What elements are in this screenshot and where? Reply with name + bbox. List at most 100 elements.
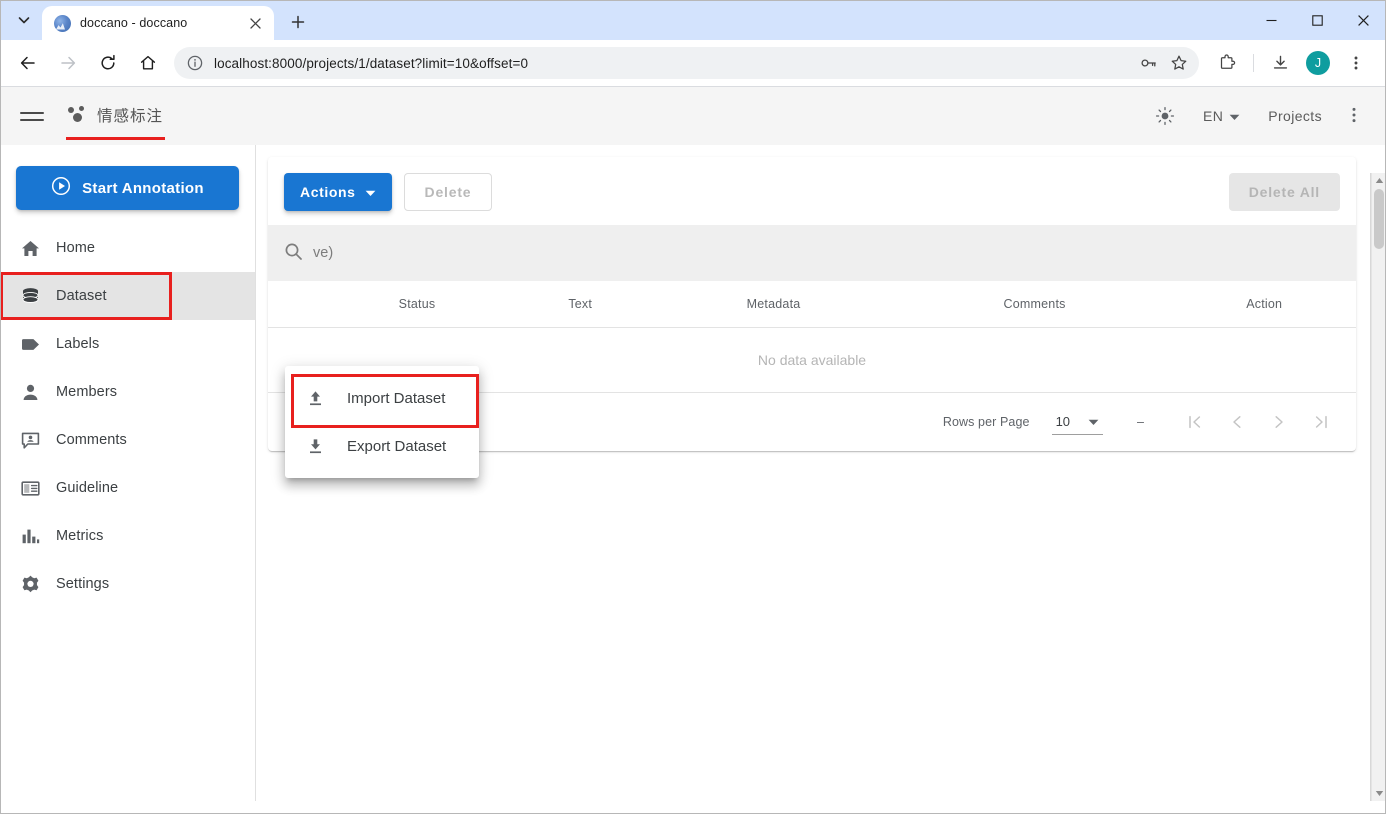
tag-icon	[16, 334, 56, 355]
password-key-icon[interactable]	[1135, 49, 1163, 77]
chevron-down-icon	[1088, 414, 1099, 429]
site-information-icon[interactable]	[186, 54, 204, 72]
scroll-up-icon[interactable]	[1372, 173, 1386, 188]
table-header: Status Text Metadata Comments Action	[268, 281, 1356, 328]
search-bar[interactable]: ve)	[268, 225, 1356, 281]
reload-icon[interactable]	[93, 48, 123, 78]
maximize-button[interactable]	[1294, 0, 1340, 40]
home-icon	[16, 238, 56, 259]
column-status[interactable]: Status	[324, 281, 510, 328]
delete-all-label: Delete All	[1249, 184, 1320, 200]
extensions-icon[interactable]	[1212, 48, 1242, 78]
back-icon[interactable]	[13, 48, 43, 78]
delete-label: Delete	[425, 184, 472, 200]
browser-tab[interactable]: doccano - doccano	[42, 6, 274, 40]
projects-link[interactable]: Projects	[1254, 98, 1336, 134]
chrome-menu-icon[interactable]	[1341, 48, 1371, 78]
last-page-icon	[1300, 413, 1342, 431]
actions-dropdown-menu[interactable]: Import Dataset Export Dataset	[285, 366, 479, 478]
vertical-dots-icon	[1346, 106, 1362, 127]
projects-label: Projects	[1268, 108, 1322, 124]
sidebar-item-comments[interactable]: Comments	[0, 416, 255, 464]
doccano-favicon	[54, 15, 71, 32]
actions-label: Actions	[300, 184, 356, 200]
chevron-down-icon	[365, 184, 376, 200]
address-bar[interactable]: localhost:8000/projects/1/dataset?limit=…	[174, 47, 1199, 79]
tab-title: doccano - doccano	[80, 16, 235, 30]
close-icon[interactable]	[244, 12, 266, 34]
theme-toggle-button[interactable]	[1141, 98, 1189, 134]
scrollbar-thumb[interactable]	[1374, 189, 1384, 249]
column-comments[interactable]: Comments	[897, 281, 1173, 328]
dataset-toolbar: Actions Delete Delete All	[268, 157, 1356, 225]
sidebar-item-metrics[interactable]: Metrics	[0, 512, 255, 560]
sidebar-item-label: Members	[56, 384, 117, 400]
tab-strip: doccano - doccano	[0, 0, 1386, 40]
bar-chart-icon	[16, 526, 56, 547]
search-icon	[284, 242, 303, 264]
upload-icon	[305, 389, 325, 408]
project-title[interactable]: 情感标注	[68, 104, 163, 128]
sidebar-item-members[interactable]: Members	[0, 368, 255, 416]
actions-button[interactable]: Actions	[284, 173, 392, 211]
window-controls	[1248, 0, 1386, 40]
column-select	[268, 281, 324, 328]
sidebar-item-settings[interactable]: Settings	[0, 560, 255, 608]
sidebar-item-label: Metrics	[56, 528, 103, 544]
download-icon	[305, 437, 325, 456]
database-icon	[16, 286, 56, 307]
column-action[interactable]: Action	[1172, 281, 1356, 328]
next-page-icon	[1258, 413, 1300, 431]
browser-toolbar: localhost:8000/projects/1/dataset?limit=…	[0, 40, 1386, 86]
hamburger-menu-icon[interactable]	[16, 100, 48, 132]
search-input-placeholder: ve)	[313, 245, 333, 261]
downloads-icon[interactable]	[1265, 48, 1295, 78]
book-icon	[16, 478, 56, 499]
sidebar-item-label: Settings	[56, 576, 109, 592]
home-icon[interactable]	[133, 48, 163, 78]
sidebar-item-label: Dataset	[56, 288, 107, 304]
new-tab-button[interactable]	[284, 8, 312, 36]
column-text[interactable]: Text	[510, 281, 650, 328]
menu-item-label: Export Dataset	[347, 438, 446, 455]
profile-avatar[interactable]: J	[1306, 51, 1330, 75]
doccano-app: 情感标注 EN	[0, 87, 1386, 801]
app-header: 情感标注 EN	[0, 87, 1386, 145]
tab-search-button[interactable]	[10, 6, 38, 34]
app-body: Start Annotation Home	[0, 145, 1386, 801]
sidebar-item-label: Comments	[56, 432, 127, 448]
language-label: EN	[1203, 108, 1223, 124]
sidebar-item-guideline[interactable]: Guideline	[0, 464, 255, 512]
menu-item-label: Import Dataset	[347, 390, 445, 407]
play-circle-icon	[51, 176, 71, 200]
rows-per-page-label: Rows per Page	[943, 415, 1030, 429]
sidebar-item-label: Guideline	[56, 480, 118, 496]
language-selector[interactable]: EN	[1189, 98, 1254, 134]
menu-item-import-dataset[interactable]: Import Dataset	[285, 374, 479, 422]
sun-icon	[1155, 106, 1175, 126]
browser-window: doccano - doccano	[0, 0, 1386, 814]
menu-item-export-dataset[interactable]: Export Dataset	[285, 422, 479, 470]
bookmark-star-icon[interactable]	[1165, 49, 1193, 77]
forward-icon	[53, 48, 83, 78]
column-metadata[interactable]: Metadata	[650, 281, 896, 328]
minimize-button[interactable]	[1248, 0, 1294, 40]
start-annotation-label: Start Annotation	[82, 180, 204, 197]
sidebar-item-home[interactable]: Home	[0, 224, 255, 272]
gear-icon	[16, 574, 56, 595]
page-scrollbar[interactable]	[1371, 173, 1386, 801]
sidebar-item-labels[interactable]: Labels	[0, 320, 255, 368]
omnibox-actions	[1135, 49, 1193, 77]
prev-page-icon	[1216, 413, 1258, 431]
sidebar-item-dataset[interactable]: Dataset	[0, 272, 255, 320]
table-header-row: Status Text Metadata Comments Action	[268, 281, 1356, 328]
sidebar-item-label: Home	[56, 240, 95, 256]
header-overflow-menu[interactable]	[1336, 98, 1372, 134]
delete-all-button: Delete All	[1229, 173, 1340, 211]
app-header-actions: EN Projects	[1141, 98, 1372, 134]
rows-per-page-select[interactable]: 10	[1052, 410, 1103, 435]
close-window-button[interactable]	[1340, 0, 1386, 40]
start-annotation-button[interactable]: Start Annotation	[16, 166, 239, 210]
comment-icon	[16, 430, 56, 451]
scroll-down-icon[interactable]	[1372, 786, 1386, 801]
